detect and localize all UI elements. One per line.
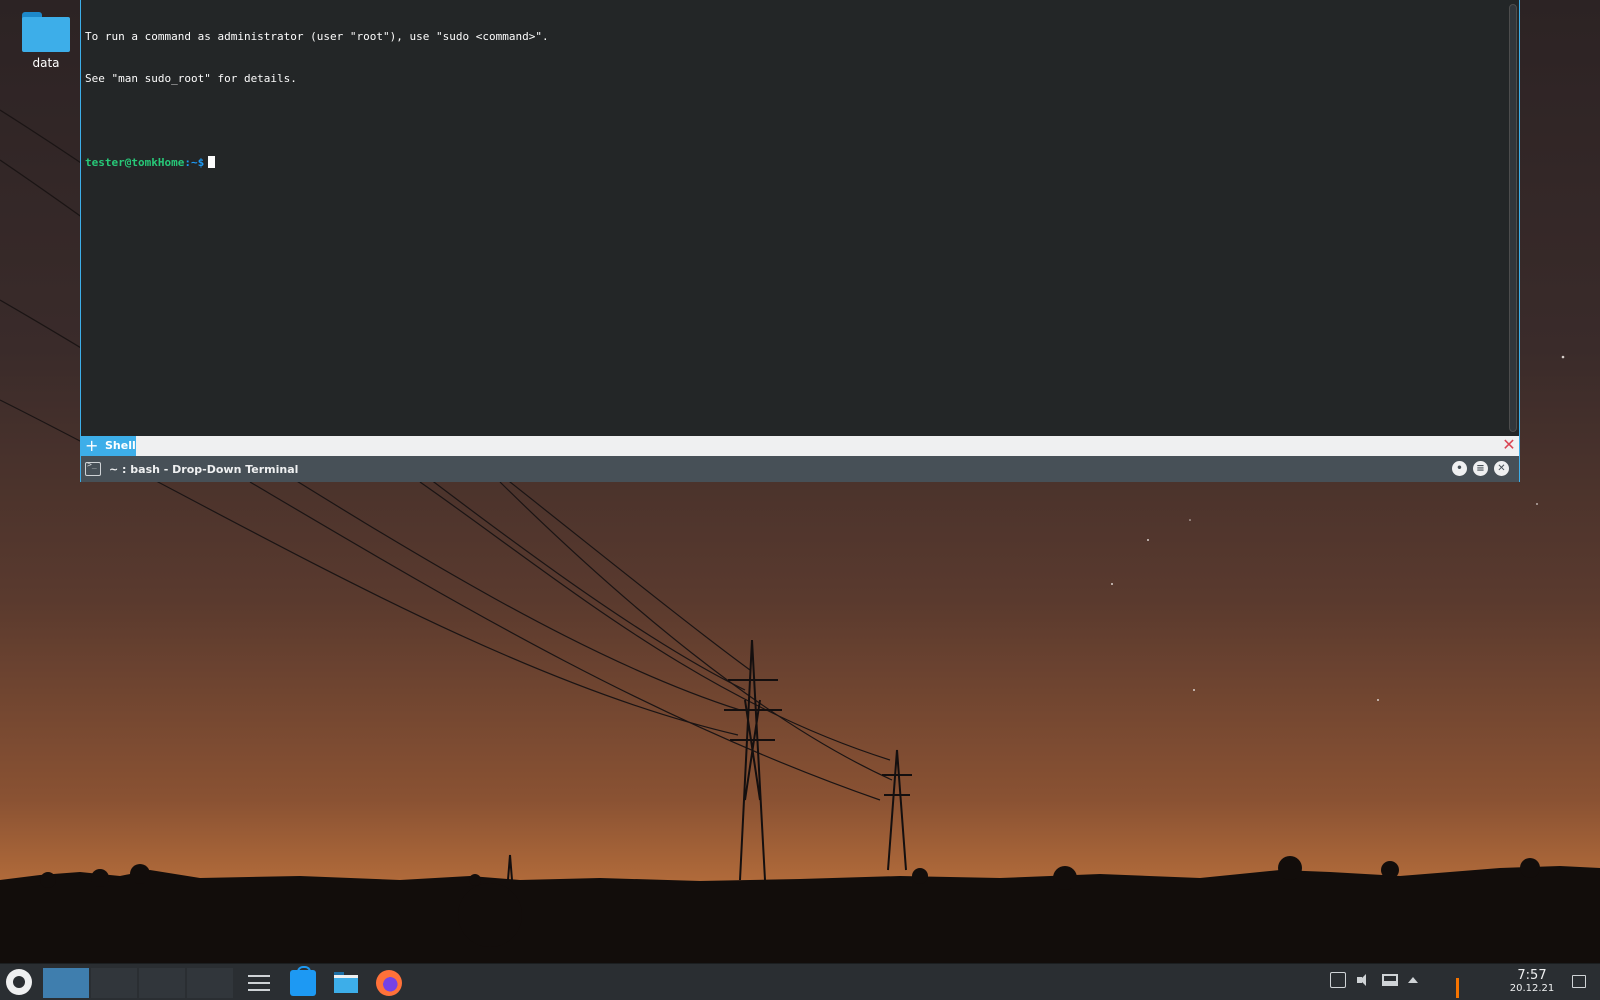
terminal-line: See "man sudo_root" for details.: [85, 72, 297, 85]
system-tray: [1330, 972, 1418, 988]
desktop-4[interactable]: [187, 968, 233, 998]
volume-icon[interactable]: [1356, 972, 1372, 988]
clock-time: 7:57: [1517, 968, 1547, 983]
desktop-icon-data[interactable]: data: [18, 8, 74, 70]
digital-clock[interactable]: 7:57 20.12.21: [1504, 968, 1560, 995]
close-window-button[interactable]: ✕: [1494, 461, 1509, 476]
desktop-2[interactable]: [91, 968, 137, 998]
terminal-tab-bar: + Shell ✕: [81, 436, 1519, 456]
dolphin-files-icon[interactable]: [333, 970, 359, 996]
network-icon[interactable]: [1382, 974, 1398, 986]
prompt-user-host: tester@tomkHome: [85, 156, 185, 169]
terminal-icon[interactable]: [1330, 972, 1346, 988]
application-launcher-icon[interactable]: [6, 969, 32, 995]
new-tab-icon[interactable]: +: [85, 436, 98, 456]
discover-store-icon[interactable]: [290, 966, 316, 996]
virtual-desktop-pager: [43, 968, 233, 998]
tab-shell[interactable]: + Shell: [81, 436, 136, 456]
firefox-icon[interactable]: [376, 970, 402, 996]
keep-open-button[interactable]: •: [1452, 461, 1467, 476]
terminal-line: To run a command as administrator (user …: [85, 30, 549, 43]
close-tab-icon[interactable]: ✕: [1501, 437, 1517, 454]
show-desktop-icon[interactable]: [1572, 975, 1586, 988]
terminal-output[interactable]: To run a command as administrator (user …: [81, 0, 1505, 436]
desktop-icon-label: data: [32, 56, 60, 70]
text-cursor: [208, 156, 216, 168]
taskbar: 7:57 20.12.21: [0, 963, 1600, 1000]
cpu-load-indicator[interactable]: [1456, 978, 1459, 998]
terminal-title-bar[interactable]: ~ : bash - Drop-Down Terminal • ≡ ✕: [81, 456, 1519, 482]
system-settings-icon[interactable]: [246, 970, 272, 996]
folder-icon: [22, 8, 70, 52]
terminal-scrollbar[interactable]: [1509, 4, 1517, 432]
terminal-prompt-line[interactable]: tester@tomkHome:~$: [85, 156, 1501, 170]
desktop-1[interactable]: [43, 968, 89, 998]
window-title: ~ : bash - Drop-Down Terminal: [109, 462, 299, 476]
tray-expand-icon[interactable]: [1408, 977, 1418, 983]
drop-down-terminal-window[interactable]: To run a command as administrator (user …: [80, 0, 1520, 482]
tab-label: Shell: [105, 439, 136, 452]
menu-button[interactable]: ≡: [1473, 461, 1488, 476]
prompt-path: :~$: [184, 156, 205, 169]
clock-date: 20.12.21: [1509, 983, 1555, 994]
terminal-icon: [85, 460, 101, 476]
desktop-3[interactable]: [139, 968, 185, 998]
